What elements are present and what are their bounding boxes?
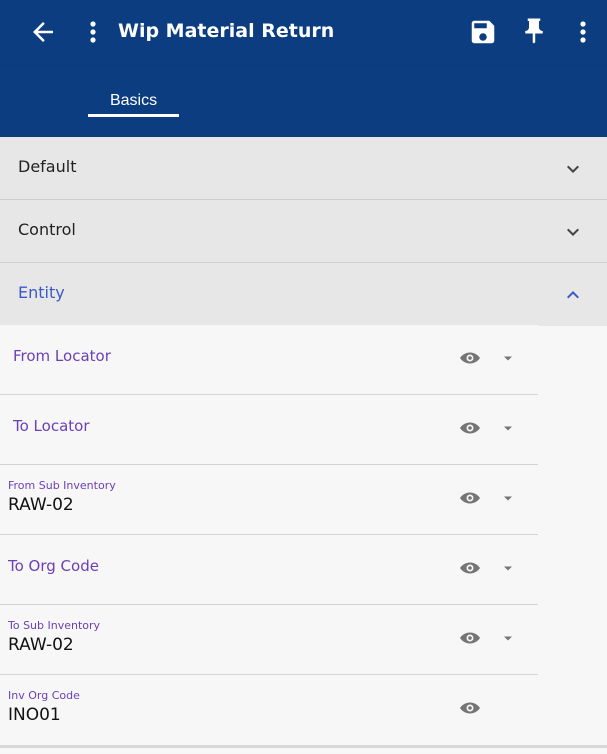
more-vert-icon[interactable] xyxy=(574,17,592,47)
from-sub-inventory-label: From Sub Inventory xyxy=(8,479,116,492)
from-locator-field[interactable]: From Locator xyxy=(0,325,538,395)
chevron-down-icon[interactable] xyxy=(561,220,585,244)
arrow-back-icon[interactable] xyxy=(28,17,58,47)
to-org-code-field[interactable]: To Org Code xyxy=(0,535,538,605)
dropdown-arrow-icon[interactable] xyxy=(500,420,516,436)
to-locator-field[interactable]: To Locator xyxy=(0,395,538,465)
eye-icon[interactable] xyxy=(458,556,482,580)
tab-basics[interactable]: Basics xyxy=(88,92,179,116)
eye-icon[interactable] xyxy=(458,696,482,720)
dropdown-arrow-icon[interactable] xyxy=(500,490,516,506)
tab-bar: Basics xyxy=(0,66,607,137)
save-icon[interactable] xyxy=(468,17,498,47)
pin-icon[interactable] xyxy=(519,16,549,46)
to-sub-inventory-label: To Sub Inventory xyxy=(8,619,101,632)
dropdown-arrow-icon[interactable] xyxy=(500,630,516,646)
dropdown-arrow-icon[interactable] xyxy=(500,560,516,576)
dropdown-arrow-icon[interactable] xyxy=(500,350,516,366)
active-tab-indicator xyxy=(88,114,179,117)
to-sub-inventory-field[interactable]: To Sub Inventory RAW-02 xyxy=(0,605,538,675)
to-org-code-label: To Org Code xyxy=(8,557,99,575)
section-default[interactable]: Default xyxy=(0,137,607,200)
section-divider xyxy=(0,745,607,748)
inv-org-code-label: Inv Org Code xyxy=(8,689,80,702)
eye-icon[interactable] xyxy=(458,416,482,440)
from-locator-label: From Locator xyxy=(13,347,111,365)
from-sub-inventory-value: RAW-02 xyxy=(8,495,74,515)
eye-icon[interactable] xyxy=(458,346,482,370)
section-entity-label: Entity xyxy=(18,283,65,302)
inv-org-code-value: INO01 xyxy=(8,705,61,725)
page-title: Wip Material Return xyxy=(118,20,335,42)
more-vert-icon[interactable] xyxy=(84,17,102,47)
section-control[interactable]: Control xyxy=(0,200,607,263)
section-control-label: Control xyxy=(18,220,76,239)
to-locator-label: To Locator xyxy=(13,417,90,435)
from-sub-inventory-field[interactable]: From Sub Inventory RAW-02 xyxy=(0,465,538,535)
chevron-down-icon[interactable] xyxy=(561,157,585,181)
inv-org-code-field[interactable]: Inv Org Code INO01 xyxy=(0,675,538,745)
section-entity[interactable]: Entity xyxy=(0,263,607,326)
app-bar: Wip Material Return xyxy=(0,0,607,66)
eye-icon[interactable] xyxy=(458,626,482,650)
section-default-label: Default xyxy=(18,157,77,176)
chevron-up-icon[interactable] xyxy=(561,283,585,307)
to-sub-inventory-value: RAW-02 xyxy=(8,635,74,655)
eye-icon[interactable] xyxy=(458,486,482,510)
